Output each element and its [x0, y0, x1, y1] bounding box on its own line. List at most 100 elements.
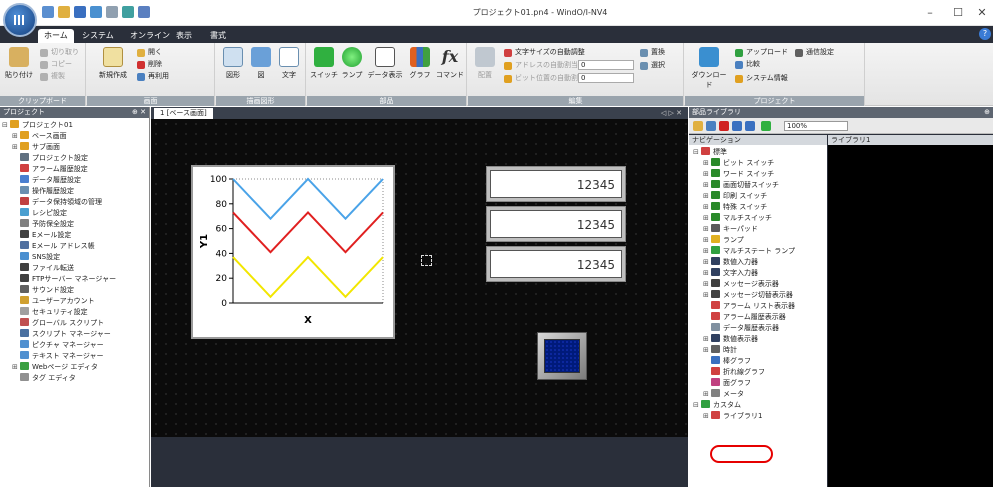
project-tree-item[interactable]: FTPサーバー マネージャー	[2, 274, 149, 285]
library-tree-item[interactable]: ⊞ マルチスイッチ	[693, 213, 827, 224]
replace-button[interactable]: 置換	[640, 47, 665, 58]
project-tree-item[interactable]: Eメール設定	[2, 230, 149, 241]
library-tree-item[interactable]: ⊞ 数値表示器	[693, 334, 827, 345]
save-icon[interactable]	[74, 6, 86, 18]
data-display-button[interactable]: データ表示	[365, 47, 405, 80]
tab-nav-controls[interactable]: ◁ ▷ ✕	[661, 107, 682, 119]
expand-toggle-icon[interactable]: ⊞	[12, 142, 20, 153]
reuse-screen-button[interactable]: 再利用	[137, 71, 169, 82]
picture-button[interactable]: 図	[246, 47, 276, 80]
compare-button[interactable]: 比較	[735, 59, 760, 70]
undo-icon[interactable]	[90, 6, 102, 18]
library-tree-item[interactable]: ⊞ 数値入力器	[693, 257, 827, 268]
library-tree-item[interactable]: アラーム履歴表示器	[693, 312, 827, 323]
library-tree-item[interactable]: 棒グラフ	[693, 356, 827, 367]
project-tree-item[interactable]: ⊞ ベース画面	[2, 131, 149, 142]
library-content-area[interactable]	[828, 145, 993, 487]
project-tree-item[interactable]: ⊞ Webページ エディタ	[2, 362, 149, 373]
bit-position-spin-input[interactable]: 0	[578, 73, 634, 83]
expand-toggle-icon[interactable]: ⊞	[703, 180, 711, 191]
library-tree-item[interactable]: ⊞ 時計	[693, 345, 827, 356]
expand-toggle-icon[interactable]: ⊟	[693, 147, 701, 158]
project-tree-item[interactable]: 操作履歴設定	[2, 186, 149, 197]
expand-toggle-icon[interactable]: ⊞	[703, 268, 711, 279]
auto-address-button[interactable]: アドレスの自動割当て	[504, 60, 585, 71]
expand-toggle-icon[interactable]: ⊞	[12, 362, 20, 373]
tab-system[interactable]: システム	[76, 29, 120, 43]
tab-format[interactable]: 書式	[204, 29, 232, 43]
open-folder-icon[interactable]	[58, 6, 70, 18]
project-tree-item[interactable]: プロジェクト設定	[2, 153, 149, 164]
project-tree-item[interactable]: レシピ設定	[2, 208, 149, 219]
library-tree-item[interactable]: ⊞ メッセージ切替表示器	[693, 290, 827, 301]
project-tree-item[interactable]: スクリプト マネージャー	[2, 329, 149, 340]
project-tree-item[interactable]: ユーザーアカウント	[2, 296, 149, 307]
help-icon[interactable]: ?	[979, 28, 991, 40]
numeric-display-1[interactable]: 12345	[486, 166, 626, 202]
expand-toggle-icon[interactable]: ⊞	[703, 235, 711, 246]
expand-toggle-icon[interactable]: ⊟	[693, 400, 701, 411]
tab-online[interactable]: オンライン	[124, 29, 176, 43]
expand-toggle-icon[interactable]: ⊟	[2, 120, 10, 131]
library-tree-item[interactable]: ⊞ ライブラリ1	[693, 411, 827, 422]
folder-icon[interactable]	[693, 121, 703, 131]
transfer-icon[interactable]	[122, 6, 134, 18]
expand-toggle-icon[interactable]: ⊞	[703, 345, 711, 356]
library-tree-item[interactable]: ⊟ カスタム	[693, 400, 827, 411]
project-tree-item[interactable]: サウンド設定	[2, 285, 149, 296]
expand-toggle-icon[interactable]: ⊞	[703, 411, 711, 422]
numeric-display-2[interactable]: 12345	[486, 206, 626, 242]
layout-button[interactable]: 配置	[470, 47, 500, 80]
library-tree-item[interactable]: ⊟ 標準	[693, 147, 827, 158]
cut-button[interactable]: 切り取り	[40, 47, 79, 58]
selection-marker[interactable]	[421, 255, 432, 266]
library-tree-item[interactable]: ⊞ メッセージ表示器	[693, 279, 827, 290]
library-tree-item[interactable]: 折れ線グラフ	[693, 367, 827, 378]
project-tree-item[interactable]: データ保持領域の管理	[2, 197, 149, 208]
expand-toggle-icon[interactable]: ⊞	[703, 290, 711, 301]
switch-button[interactable]: スイッチ	[309, 47, 339, 80]
tab-base-screen-1[interactable]: 1 [ベース画面]	[154, 108, 213, 119]
library-tree-item[interactable]: ⊞ ビット スイッチ	[693, 158, 827, 169]
expand-toggle-icon[interactable]: ⊞	[703, 213, 711, 224]
expand-toggle-icon[interactable]: ⊞	[703, 202, 711, 213]
expand-toggle-icon[interactable]: ⊞	[703, 158, 711, 169]
library-tree-item[interactable]: データ履歴表示器	[693, 323, 827, 334]
duplicate-button[interactable]: 複製	[40, 71, 65, 82]
copy-button[interactable]: コピー	[40, 59, 72, 70]
lamp-button[interactable]: ランプ	[337, 47, 367, 80]
expand-toggle-icon[interactable]: ⊞	[703, 257, 711, 268]
project-tree-item[interactable]: Eメール アドレス帳	[2, 241, 149, 252]
select-button[interactable]: 選択	[640, 60, 665, 71]
project-tree-item[interactable]: ピクチャ マネージャー	[2, 340, 149, 351]
expand-toggle-icon[interactable]: ⊞	[703, 246, 711, 257]
numeric-display-3[interactable]: 12345	[486, 246, 626, 282]
application-menu-button[interactable]	[3, 3, 37, 37]
library-tree-item[interactable]: ⊞ 文字入力器	[693, 268, 827, 279]
view-icon[interactable]	[761, 121, 771, 131]
library-pin-icon[interactable]: ⊕	[984, 107, 990, 118]
new-file-icon[interactable]	[42, 6, 54, 18]
download-button[interactable]: ダウンロード	[689, 47, 729, 90]
library-tree-item[interactable]: ⊞ キーパッド	[693, 224, 827, 235]
expand-toggle-icon[interactable]: ⊞	[703, 334, 711, 345]
delete-icon[interactable]	[719, 121, 729, 131]
project-tree-item[interactable]: ファイル転送	[2, 263, 149, 274]
project-tree-item[interactable]: グローバル スクリプト	[2, 318, 149, 329]
project-tree-item[interactable]: SNS設定	[2, 252, 149, 263]
library-tree-item[interactable]: ⊞ ワード スイッチ	[693, 169, 827, 180]
project-tree-item[interactable]: アラーム履歴設定	[2, 164, 149, 175]
library-tree-item[interactable]: ⊞ メータ	[693, 389, 827, 400]
project-tree-item[interactable]: タグ エディタ	[2, 373, 149, 384]
new-screen-button[interactable]: 新規作成	[95, 47, 131, 80]
library-tree-item[interactable]: 面グラフ	[693, 378, 827, 389]
tab-home[interactable]: ホーム	[38, 29, 74, 43]
line-chart-part[interactable]: 100 80 60 40 20 0 X Y1	[191, 165, 395, 339]
project-tree-item[interactable]: データ履歴設定	[2, 175, 149, 186]
expand-toggle-icon[interactable]: ⊞	[703, 224, 711, 235]
redo-icon[interactable]	[106, 6, 118, 18]
screen-canvas[interactable]: 100 80 60 40 20 0 X Y1 12345 12345 12345	[151, 119, 688, 437]
lamp-part[interactable]	[537, 332, 587, 380]
library-tree-item[interactable]: アラーム リスト表示器	[693, 301, 827, 312]
system-info-button[interactable]: システム情報	[735, 73, 788, 84]
